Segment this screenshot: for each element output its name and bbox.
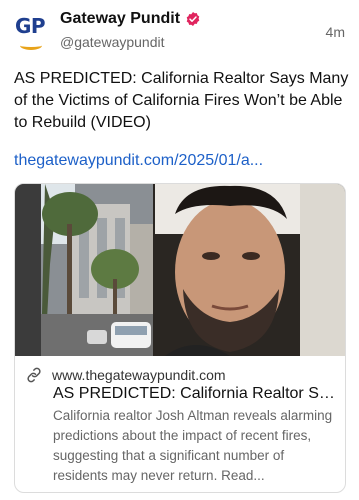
account-handle[interactable]: @gatewaypundit <box>60 34 165 50</box>
card-domain-row: www.thegatewaypundit.com <box>25 366 226 384</box>
card-description: California realtor Josh Altman reveals a… <box>53 408 333 483</box>
link-preview-card[interactable]: www.thegatewaypundit.com AS PREDICTED: C… <box>14 183 346 493</box>
post-text: AS PREDICTED: California Realtor Says Ma… <box>14 70 349 131</box>
card-domain: www.thegatewaypundit.com <box>52 367 226 383</box>
name-row: Gateway Pundit <box>60 10 201 28</box>
link-preview-thumbnail <box>15 184 345 356</box>
verified-badge-icon <box>186 12 200 26</box>
display-name[interactable]: Gateway Pundit <box>60 10 180 28</box>
avatar-logo-text: GP <box>14 14 46 38</box>
card-title[interactable]: AS PREDICTED: California Realtor Say... <box>53 384 335 404</box>
post-header: GP Gateway Pundit @gatewaypundit 4m <box>0 0 359 60</box>
link-icon <box>27 367 41 383</box>
avatar[interactable]: GP <box>12 14 48 50</box>
post-timestamp[interactable]: 4m <box>326 24 345 40</box>
avatar-swoosh <box>20 41 42 50</box>
post-link[interactable]: thegatewaypundit.com/2025/01/a... <box>14 150 344 172</box>
